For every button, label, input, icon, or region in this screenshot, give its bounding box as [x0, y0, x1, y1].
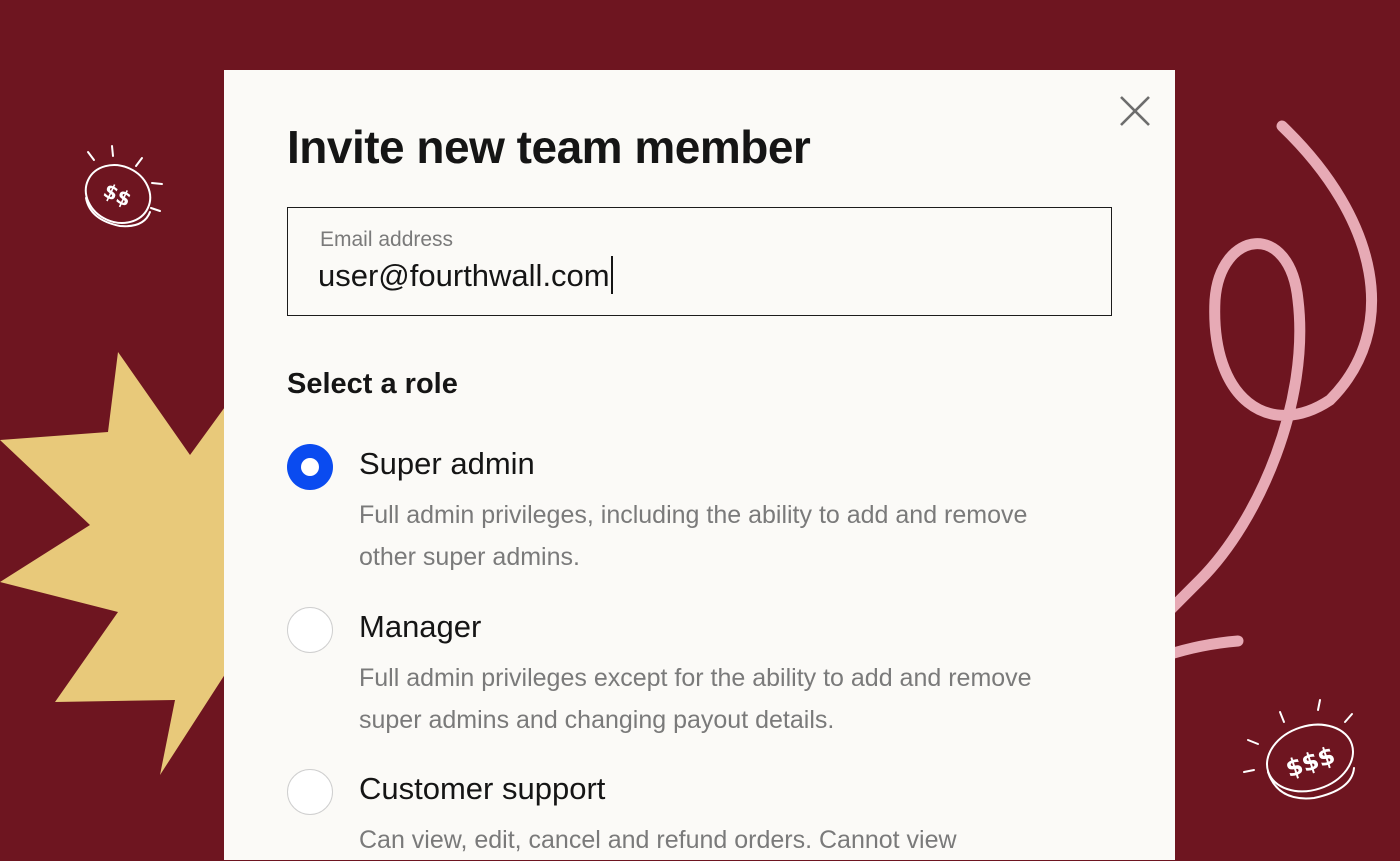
radio-button[interactable]: [287, 769, 333, 815]
invite-modal: Invite new team member Email address use…: [224, 70, 1175, 860]
modal-title: Invite new team member: [287, 121, 811, 173]
role-section-title: Select a role: [287, 368, 458, 400]
svg-text:$$: $$: [100, 178, 135, 212]
radio-button[interactable]: [287, 607, 333, 653]
email-field[interactable]: Email address user@fourthwall.com: [287, 207, 1112, 316]
close-button[interactable]: [1114, 90, 1156, 132]
role-description: Full admin privileges except for the abi…: [359, 664, 1032, 734]
text-caret: [610, 256, 613, 294]
close-icon: [1120, 96, 1150, 126]
role-name: Customer support: [359, 771, 606, 806]
role-description: Full admin privileges, including the abi…: [359, 501, 1028, 571]
starburst-shape: [0, 352, 260, 775]
role-description: Can view, edit, cancel and refund orders…: [359, 826, 957, 854]
role-name: Manager: [359, 609, 482, 644]
role-name: Super admin: [359, 446, 535, 481]
svg-text:$$$: $$$: [1282, 741, 1338, 783]
radio-button-selected[interactable]: [287, 444, 333, 490]
dollar-coin-icon: $$: [84, 145, 163, 228]
email-input-value: user@fourthwall.com: [318, 258, 610, 293]
email-input[interactable]: user@fourthwall.com: [318, 256, 613, 294]
email-field-label: Email address: [320, 228, 454, 251]
dollar-coin-icon: $$$: [1243, 699, 1355, 800]
